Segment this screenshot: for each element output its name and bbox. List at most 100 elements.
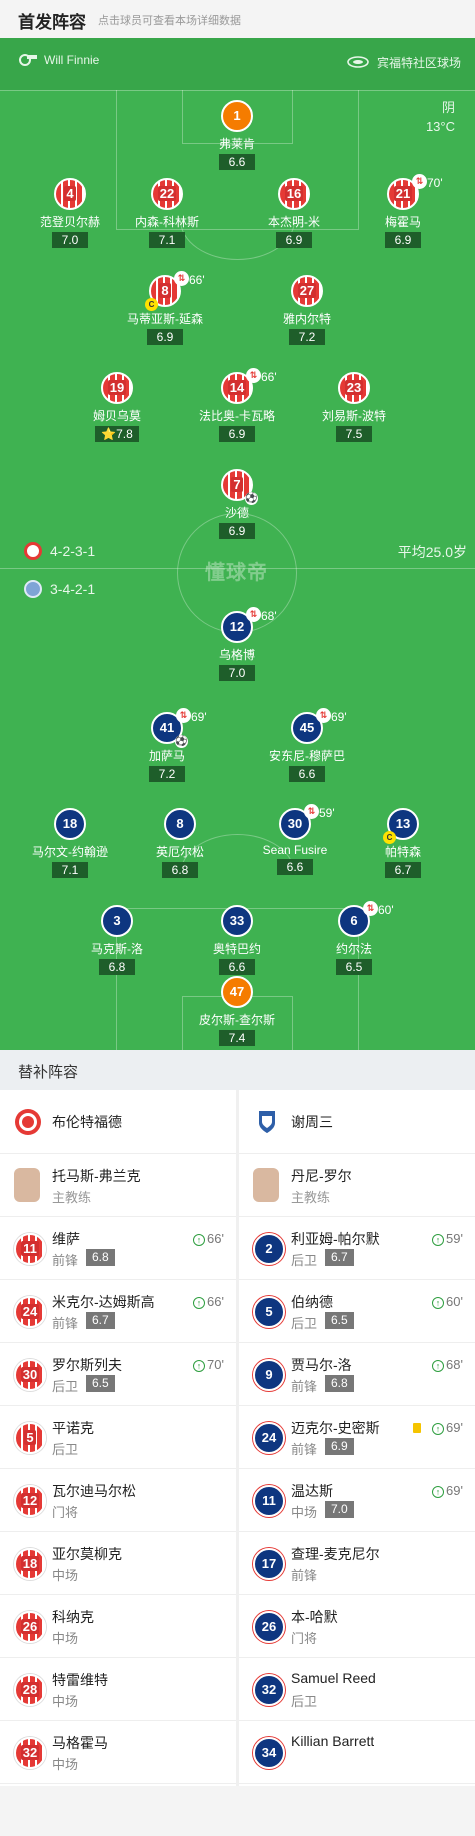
substitution-minute: 59': [319, 806, 335, 820]
sub-player-rating: 7.0: [325, 1501, 354, 1518]
away-player[interactable]: 13 C 帕特森 6.7: [343, 808, 463, 879]
sub-player-name: 米克尔-达姆斯高: [52, 1294, 155, 1310]
home-sub-row[interactable]: 28 特雷维特 中场: [0, 1658, 236, 1721]
home-sub-row[interactable]: 30 罗尔斯列夫 后卫 6.5 ↑ 70': [0, 1343, 236, 1406]
sub-in-time: ↑ 70': [193, 1357, 224, 1372]
sub-shirt-number: 17: [253, 1548, 285, 1580]
sub-in-time: ↑ 66': [193, 1294, 224, 1309]
sub-shirt-number-text: 5: [265, 1304, 273, 1319]
away-coach-row[interactable]: 丹尼-罗尔 主教练: [239, 1154, 475, 1217]
captain-badge: C: [145, 298, 158, 311]
away-player[interactable]: 6 ⇅ 60' 约尔法 6.5: [294, 901, 414, 976]
shirt-number-text: 8: [176, 816, 184, 831]
home-player[interactable]: 23 刘易斯-波特 7.5: [294, 372, 414, 443]
home-player[interactable]: 19 姆贝乌莫 ⭐7.8: [57, 372, 177, 443]
home-sub-row[interactable]: 26 科纳克 中场: [0, 1595, 236, 1658]
weather-condition: 阴: [441, 100, 455, 115]
home-team-row[interactable]: 布伦特福德: [0, 1090, 236, 1154]
shirt-number: 13 C: [383, 808, 419, 844]
player-rating-value: 6.9: [394, 233, 412, 247]
substitution-minute: 60': [378, 903, 394, 917]
player-name: 安东尼-穆萨巴: [269, 749, 345, 763]
player-rating: 7.1: [149, 232, 185, 248]
player-rating: 7.0: [52, 232, 88, 248]
player-rating: 6.6: [289, 766, 325, 782]
player-name: 英厄尔松: [155, 845, 204, 859]
home-player[interactable]: 22 内森-科林斯 7.1: [107, 178, 227, 249]
away-sub-row[interactable]: 5 伯纳德 后卫 6.5 ↑ 60': [239, 1280, 475, 1343]
away-player[interactable]: 45 ⇅ 69' 安东尼-穆萨巴 6.6: [247, 708, 367, 783]
shirt-number-text: 22: [157, 186, 177, 201]
sub-shirt-number-text: 18: [20, 1556, 40, 1571]
sub-player-position: 中场: [52, 1568, 79, 1583]
away-crest-icon: [24, 580, 42, 598]
home-sub-row[interactable]: 32 马格霍马 中场: [0, 1721, 236, 1784]
best-player-star-icon: ⭐: [101, 427, 117, 441]
away-player[interactable]: 30 ⇅ 59' Sean Fusire 6.6: [235, 804, 355, 876]
away-player[interactable]: 41 ⇅ ⚽ 69' 加萨马 7.2: [107, 708, 227, 783]
sub-player-position: 前锋: [291, 1379, 318, 1394]
home-player[interactable]: 14 ⇅ 66' 法比奥-卡瓦略 6.9: [177, 368, 297, 443]
away-player[interactable]: 33 奥特巴约 6.6: [177, 905, 297, 976]
player-rating: 7.5: [336, 426, 372, 442]
sub-shirt-number-text: 26: [261, 1619, 277, 1634]
away-player[interactable]: 3 马克斯-洛 6.8: [57, 905, 177, 976]
temperature: 13°C: [425, 119, 455, 134]
away-player[interactable]: 8 英厄尔松 6.8: [120, 808, 240, 879]
home-coach-role: 主教练: [52, 1190, 92, 1205]
away-sub-row[interactable]: 9 贾马尔-洛 前锋 6.8 ↑ 68': [239, 1343, 475, 1406]
home-player[interactable]: 16 本杰明-米 6.9: [234, 178, 354, 249]
subs-title: 替补阵容: [18, 1064, 79, 1081]
player-name: 沙德: [224, 506, 249, 520]
away-player[interactable]: 18 马尔文-约翰逊 7.1: [10, 808, 130, 879]
substitution-icon: ⇅: [304, 804, 319, 819]
player-rating: 6.9: [219, 523, 255, 539]
away-sub-row[interactable]: 11 温达斯 中场 7.0 ↑ 69': [239, 1469, 475, 1532]
sub-shirt-number: 34: [253, 1737, 285, 1769]
shirt-number: 14 ⇅: [221, 368, 261, 404]
home-player[interactable]: 7 ⚽ 沙德 6.9: [177, 469, 297, 540]
shirt-number-text: 18: [62, 816, 78, 831]
away-team-row[interactable]: 谢周三: [239, 1090, 475, 1154]
home-sub-row[interactable]: 12 瓦尔迪马尔松 门将: [0, 1469, 236, 1532]
home-coach-row[interactable]: 托马斯-弗兰克 主教练: [0, 1154, 236, 1217]
sub-player-position: 中场: [291, 1505, 318, 1520]
away-sub-row[interactable]: 34 Killian Barrett: [239, 1721, 475, 1784]
away-sub-row[interactable]: 24 迈克尔-史密斯 前锋 6.9 ↑ 69': [239, 1406, 475, 1469]
goal-ball-icon: ⚽: [245, 492, 258, 505]
player-rating: 6.6: [219, 959, 255, 975]
sub-in-arrow-icon: ↑: [193, 1297, 206, 1309]
away-player[interactable]: 12 ⇅ 68' 乌格博 7.0: [177, 607, 297, 682]
away-sub-row[interactable]: 26 本-哈默 门将: [239, 1595, 475, 1658]
sub-player-position: 后卫: [291, 1694, 318, 1709]
home-sub-row[interactable]: 24 米克尔-达姆斯高 前锋 6.7 ↑ 66': [0, 1280, 236, 1343]
home-player[interactable]: 27 雅内尔特 7.2: [247, 275, 367, 346]
player-rating: 6.9: [147, 329, 183, 345]
sub-player-position: 前锋: [291, 1568, 318, 1583]
home-sub-row[interactable]: 5 平诺克 后卫: [0, 1406, 236, 1469]
shirt-number: 33: [221, 905, 253, 937]
shirt-number-text: 21: [393, 186, 413, 201]
home-player[interactable]: 1 弗莱肯 6.6: [177, 100, 297, 171]
away-sub-row[interactable]: 32 Samuel Reed 后卫: [239, 1658, 475, 1721]
shirt-number-text: 14: [227, 380, 247, 395]
sub-in-minute: 66': [207, 1294, 224, 1309]
away-sub-row[interactable]: 17 查理-麦克尼尔 前锋: [239, 1532, 475, 1595]
home-sub-row[interactable]: 11 维萨 前锋 6.8 ↑ 66': [0, 1217, 236, 1280]
sub-player-position: 后卫: [52, 1442, 79, 1457]
sub-shirt-number: 24: [14, 1296, 46, 1328]
player-rating: 6.9: [276, 232, 312, 248]
sub-player-name: 瓦尔迪马尔松: [52, 1483, 136, 1499]
player-rating-value: 6.9: [156, 330, 174, 344]
sub-shirt-number-text: 26: [20, 1619, 40, 1634]
away-sub-row[interactable]: 2 利亚姆-帕尔默 后卫 6.7 ↑ 59': [239, 1217, 475, 1280]
player-name: 加萨马: [148, 749, 185, 763]
home-player[interactable]: 21 ⇅ 70' 梅霍马 6.9: [343, 174, 463, 249]
shirt-number-text: 23: [344, 380, 364, 395]
away-player[interactable]: 47 皮尔斯-查尔斯 7.4: [177, 976, 297, 1047]
sub-player-rating: 6.7: [86, 1312, 115, 1329]
player-rating-value: 6.6: [228, 155, 246, 169]
home-player[interactable]: 8 ⇅ C 66' 马蒂亚斯-延森 6.9: [105, 271, 225, 346]
page-title: 首发阵容: [18, 13, 86, 32]
home-sub-row[interactable]: 18 亚尔莫柳克 中场: [0, 1532, 236, 1595]
